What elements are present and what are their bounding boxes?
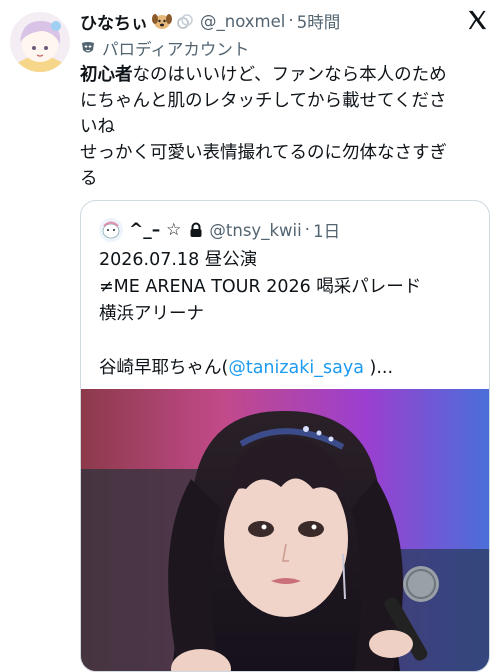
- parody-label-text: パロディアカウント: [102, 40, 250, 59]
- quoted-text-span: )...: [363, 358, 394, 378]
- tweet-header: ひなちぃ @_noxmel · 5時間: [80, 8, 340, 34]
- tweet-text-line: にちゃんと肌のレタッチしてから載せてくださ: [80, 91, 447, 111]
- quoted-tweet-text: 2026.07.18 昼公演 ≠ME ARENA TOUR 2026 喝采パレー…: [99, 247, 479, 382]
- quoted-author-avatar[interactable]: [99, 218, 123, 242]
- tweet-text: 初心者なのはいいけど、ファンなら本人のため にちゃんと肌のレタッチしてから載せて…: [80, 62, 490, 192]
- tweet-text-span: なのはいいけど、ファンなら本人のため: [132, 65, 447, 85]
- quoted-text-line: 2026.07.18 昼公演: [99, 250, 258, 270]
- quoted-author-handle[interactable]: @tnsy_kwii: [209, 221, 301, 240]
- tweet-text-line: いね: [80, 117, 115, 137]
- mention-link[interactable]: @tanizaki_saya: [228, 358, 364, 378]
- author-name[interactable]: ひなちぃ: [80, 9, 148, 34]
- parody-label: パロディアカウント: [80, 36, 249, 60]
- author-avatar[interactable]: [10, 12, 70, 72]
- quoted-text-line: ≠ME ARENA TOUR 2026 喝采パレード: [99, 277, 422, 297]
- quoted-text-line: 谷崎早耶ちゃん(@tanizaki_saya )...: [99, 355, 479, 382]
- quoted-text-span: 谷崎早耶ちゃん(: [99, 358, 229, 378]
- quoted-tweet-header: ^_– ☆ @tnsy_kwii · 1日: [99, 217, 340, 243]
- quoted-text-line: 横浜アリーナ: [99, 304, 204, 324]
- parody-mask-icon: [80, 40, 96, 56]
- separator-dot: ·: [288, 11, 294, 31]
- dog-emoji-icon: [150, 11, 174, 31]
- separator-dot: ·: [304, 220, 311, 240]
- tweet-text-line: 初心者なのはいいけど、ファンなら本人のため: [80, 62, 490, 88]
- quoted-tweet[interactable]: ^_– ☆ @tnsy_kwii · 1日 2026.07.18 昼公演 ≠ME…: [80, 200, 490, 672]
- author-handle[interactable]: @_noxmel: [200, 12, 285, 31]
- x-logo-icon[interactable]: [466, 9, 488, 31]
- quoted-author-name[interactable]: ^_– ☆: [129, 220, 181, 240]
- quoted-tweet-photo[interactable]: [81, 389, 489, 671]
- lock-icon: [189, 222, 203, 238]
- tweet-text-line: せっかく可愛い表情撮れてるのに勿体なさすぎ: [80, 143, 447, 163]
- quoted-text-blank-line: [99, 328, 479, 355]
- rings-emoji-icon: [176, 11, 194, 31]
- tweet-bold-word: 初心者: [80, 65, 133, 85]
- quoted-tweet-time[interactable]: 1日: [313, 218, 340, 242]
- tweet-text-line: る: [80, 169, 98, 189]
- tweet-time[interactable]: 5時間: [297, 9, 341, 33]
